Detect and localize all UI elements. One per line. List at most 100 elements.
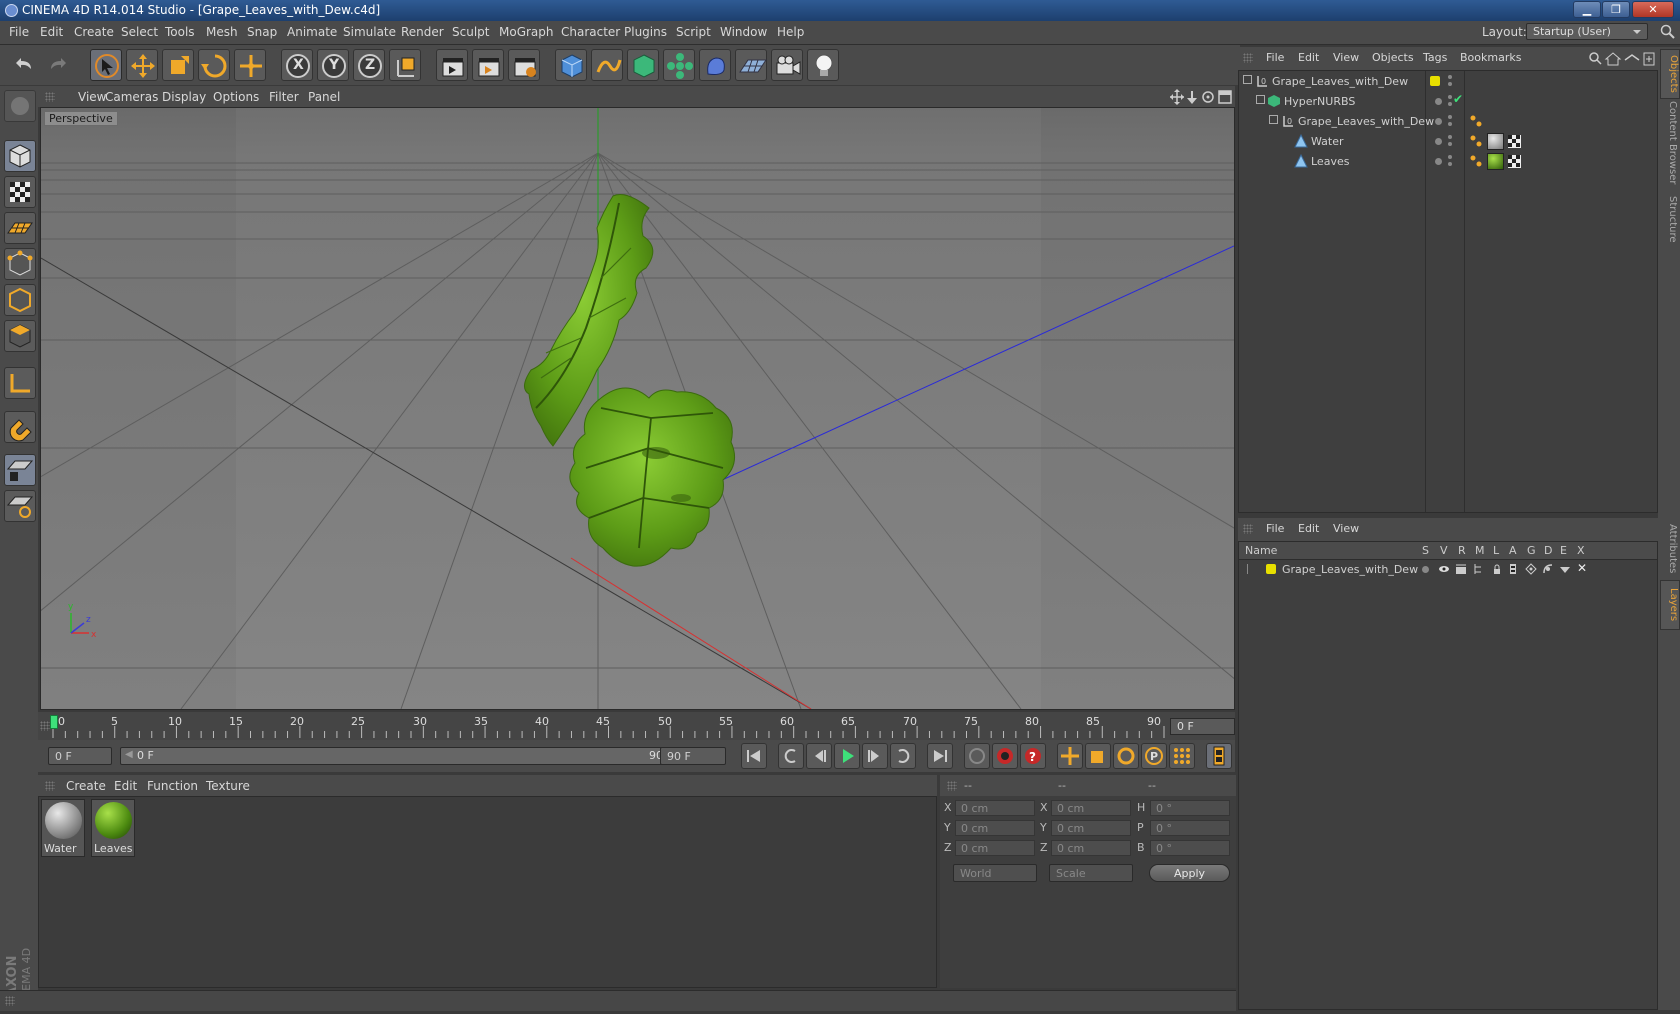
viewport-menu-filter[interactable]: Filter [269, 90, 299, 104]
timeline-ruler[interactable]: 0 5 10 15 20 25 30 35 40 45 50 55 60 65 … [38, 712, 1235, 740]
undo-button[interactable] [7, 49, 39, 81]
object-panel-grip[interactable] [1243, 53, 1253, 63]
coordinate-mode-select[interactable]: Scale [1049, 864, 1133, 882]
orbit-icon[interactable] [1202, 91, 1214, 103]
size-y-field[interactable]: 0 cm [1051, 820, 1131, 836]
range-left-arrow[interactable]: ◀ [125, 749, 133, 760]
visibility-editor-dot[interactable] [1448, 115, 1452, 119]
object-menu-file[interactable]: File [1266, 51, 1284, 64]
model-mode-button[interactable] [4, 140, 36, 172]
layer-menu-view[interactable]: View [1333, 522, 1359, 535]
cube-object-button[interactable] [555, 49, 587, 81]
col-expressions[interactable]: E [1560, 544, 1567, 557]
xref-icon[interactable]: ✕ [1577, 561, 1587, 575]
record-keys-button[interactable] [964, 743, 990, 769]
visibility-render-dot[interactable] [1448, 102, 1452, 106]
go-to-end-button[interactable] [927, 743, 953, 769]
menu-sculpt[interactable]: Sculpt [452, 25, 489, 39]
menu-snap[interactable]: Snap [247, 25, 277, 39]
playhead-marker[interactable] [50, 715, 58, 729]
autokeying-button[interactable] [992, 743, 1018, 769]
col-render[interactable]: R [1458, 544, 1466, 557]
visibility-editor-dot[interactable] [1448, 135, 1452, 139]
make-editable-button[interactable] [4, 90, 36, 122]
material-panel-grip[interactable] [45, 781, 55, 791]
next-key-button[interactable] [890, 743, 916, 769]
tab-structure[interactable]: Structure [1660, 189, 1678, 249]
coordinate-space-select[interactable]: World [953, 864, 1037, 882]
layer-panel-grip[interactable] [1243, 524, 1253, 534]
phong-tag-icon[interactable] [1469, 114, 1483, 128]
col-animation[interactable]: A [1509, 544, 1517, 557]
expression-icon[interactable] [1559, 563, 1571, 575]
search-icon[interactable] [1660, 24, 1676, 40]
rot-b-field[interactable]: 0 ° [1150, 840, 1230, 856]
go-to-start-button[interactable] [741, 743, 767, 769]
light-button[interactable] [807, 49, 839, 81]
material-menu-create[interactable]: Create [66, 779, 106, 793]
material-water[interactable]: Water [41, 799, 85, 857]
coordinates-grip[interactable] [947, 781, 957, 791]
previous-frame-button[interactable] [806, 743, 832, 769]
viewport-nav-icons[interactable] [1170, 89, 1232, 105]
uvw-tag-icon[interactable] [1508, 155, 1521, 168]
menu-render[interactable]: Render [401, 25, 444, 39]
viewport-scene[interactable]: y z x [41, 108, 1234, 709]
key-scale-button[interactable] [1085, 743, 1111, 769]
viewport-menu-display[interactable]: Display [162, 90, 206, 104]
texture-mode-button[interactable] [4, 176, 36, 208]
tab-objects[interactable]: Objects [1660, 49, 1680, 99]
col-xref[interactable]: X [1577, 544, 1585, 557]
apply-button[interactable]: Apply [1149, 864, 1230, 882]
visibility-editor-dot[interactable] [1448, 155, 1452, 159]
pan-icon[interactable] [1170, 89, 1184, 105]
key-position-button[interactable] [1057, 743, 1083, 769]
axis-mode-button[interactable] [4, 367, 36, 399]
menu-script[interactable]: Script [676, 25, 711, 39]
workplane-mode-button[interactable] [4, 212, 36, 244]
tree-expander[interactable] [1243, 75, 1252, 84]
end-frame-field[interactable]: 90 F [660, 747, 726, 765]
current-frame-field[interactable]: 0 F [1170, 718, 1235, 735]
locked-workplane-button[interactable] [4, 454, 36, 486]
menu-mograph[interactable]: MoGraph [499, 25, 554, 39]
col-visible[interactable]: V [1440, 544, 1448, 557]
key-parameter-button[interactable]: P [1141, 743, 1167, 769]
col-locked[interactable]: L [1493, 544, 1499, 557]
viewport-menu-options[interactable]: Options [213, 90, 259, 104]
hierarchy-icon[interactable] [1473, 563, 1485, 575]
menu-animate[interactable]: Animate [287, 25, 337, 39]
menu-file[interactable]: File [9, 25, 29, 39]
phong-tag-icon[interactable] [1469, 154, 1483, 168]
object-row-leaves[interactable]: Leaves [1239, 152, 1657, 171]
timeline-window-button[interactable] [1206, 743, 1232, 769]
uvw-tag-icon[interactable] [1508, 135, 1521, 148]
material-leaves[interactable]: Leaves [91, 799, 135, 857]
object-row-water[interactable]: Water [1239, 132, 1657, 151]
solo-toggle[interactable] [1422, 566, 1429, 573]
object-menu-objects[interactable]: Objects [1372, 51, 1414, 64]
next-frame-button[interactable] [862, 743, 888, 769]
scale-tool-button[interactable] [162, 49, 194, 81]
perspective-viewport[interactable]: y z x Perspective [40, 107, 1235, 710]
y-axis-lock-button[interactable]: Y [317, 49, 349, 81]
nurbs-button[interactable] [627, 49, 659, 81]
material-menu-edit[interactable]: Edit [114, 779, 137, 793]
col-name[interactable]: Name [1245, 544, 1277, 557]
coordinate-system-button[interactable] [389, 49, 421, 81]
menu-select[interactable]: Select [121, 25, 158, 39]
leaves-material-tag[interactable] [1487, 153, 1504, 170]
menu-create[interactable]: Create [74, 25, 114, 39]
move-tool-button[interactable] [126, 49, 158, 81]
key-pla-button[interactable] [1169, 743, 1195, 769]
object-search-icon[interactable] [1589, 52, 1602, 65]
camera-button[interactable] [771, 49, 803, 81]
edges-mode-button[interactable] [4, 284, 36, 316]
close-button[interactable]: ✕ [1632, 1, 1674, 18]
points-mode-button[interactable] [4, 248, 36, 280]
size-x-field[interactable]: 0 cm [1051, 800, 1131, 816]
home-icon[interactable] [1604, 52, 1622, 66]
collapse-icon[interactable] [1624, 54, 1640, 61]
film-icon[interactable] [1507, 563, 1519, 575]
menu-character[interactable]: Character [561, 25, 620, 39]
